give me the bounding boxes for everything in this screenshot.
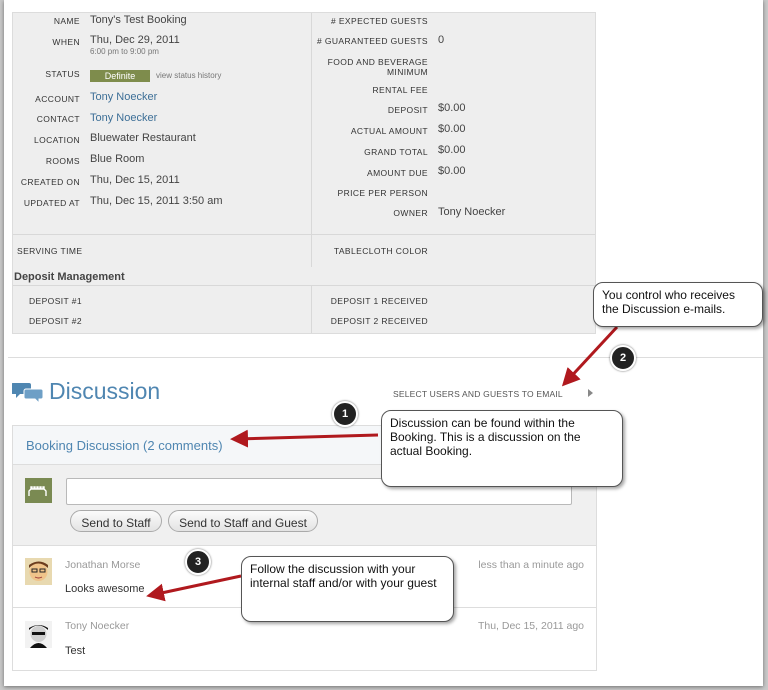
avatar-jonathan bbox=[25, 558, 52, 585]
owner-label: OWNER bbox=[393, 208, 428, 218]
page-divider bbox=[8, 357, 763, 358]
deposit-label: DEPOSIT bbox=[387, 105, 428, 115]
created-on-label: CREATED ON bbox=[20, 177, 80, 187]
discussion-icon bbox=[12, 383, 44, 403]
owner-value: Tony Noecker bbox=[438, 206, 506, 218]
callout-number-2: 2 bbox=[610, 345, 636, 371]
deposit1-label: DEPOSIT #1 bbox=[29, 296, 82, 306]
location-value: Bluewater Restaurant bbox=[90, 132, 196, 144]
updated-at-value: Thu, Dec 15, 2011 3:50 am bbox=[90, 195, 223, 207]
updated-at-label: UPDATED AT bbox=[23, 198, 80, 208]
fb-minimum-label: FOOD AND BEVERAGE MINIMUM bbox=[327, 57, 428, 77]
actual-amount-label: ACTUAL AMOUNT bbox=[350, 126, 428, 136]
grand-total-value: $0.00 bbox=[438, 144, 466, 156]
comment-author: Jonathan Morse bbox=[65, 559, 141, 571]
callout-discussion-location: Discussion can be found within the Booki… bbox=[381, 410, 623, 487]
amount-due-value: $0.00 bbox=[438, 165, 466, 177]
send-to-staff-and-guest-button[interactable]: Send to Staff and Guest bbox=[168, 510, 318, 532]
when-label: WHEN bbox=[52, 37, 80, 47]
comment-time: Thu, Dec 15, 2011 ago bbox=[477, 620, 584, 632]
rooms-value: Blue Room bbox=[90, 153, 145, 165]
booking-discussion-link[interactable]: Booking Discussion (2 comments) bbox=[26, 438, 223, 453]
price-per-person-label: PRICE PER PERSON bbox=[337, 188, 428, 198]
column-divider bbox=[311, 13, 312, 267]
comment-time: less than a minute ago bbox=[478, 559, 584, 571]
callout-number-1: 1 bbox=[332, 401, 358, 427]
deposit-column-divider bbox=[311, 285, 312, 333]
grand-total-label: GRAND TOTAL bbox=[364, 147, 428, 157]
when-value: Thu, Dec 29, 2011 bbox=[90, 34, 180, 46]
booking-details-panel: NAME Tony's Test Booking WHEN Thu, Dec 2… bbox=[12, 12, 596, 334]
contact-label: CONTACT bbox=[36, 114, 80, 124]
rooms-label: ROOMS bbox=[45, 156, 80, 166]
comment-author: Tony Noecker bbox=[65, 620, 130, 632]
serving-time-label: SERVING TIME bbox=[17, 246, 83, 256]
deposit-management-title: Deposit Management bbox=[14, 271, 125, 283]
comment-text: Looks awesome bbox=[65, 583, 145, 595]
contact-link[interactable]: Tony Noecker bbox=[90, 112, 157, 125]
rental-fee-label: RENTAL FEE bbox=[372, 85, 428, 95]
status-badge: Definite bbox=[90, 70, 150, 82]
deposit-value: $0.00 bbox=[438, 102, 466, 114]
deposit2-received-label: DEPOSIT 2 RECEIVED bbox=[330, 316, 428, 326]
expected-guests-label: # EXPECTED GUESTS bbox=[330, 16, 428, 26]
when-time: 6:00 pm to 9:00 pm bbox=[90, 47, 159, 56]
name-value: Tony's Test Booking bbox=[90, 14, 187, 26]
tablecloth-label: TABLECLOTH COLOR bbox=[333, 246, 428, 256]
callout-number-3: 3 bbox=[185, 549, 211, 575]
section-divider bbox=[13, 234, 595, 235]
created-on-value: Thu, Dec 15, 2011 bbox=[90, 174, 180, 186]
guaranteed-guests-label: # GUARANTEED GUESTS bbox=[316, 36, 428, 46]
avatar-tony bbox=[25, 621, 52, 648]
deposit1-received-label: DEPOSIT 1 RECEIVED bbox=[330, 296, 428, 306]
actual-amount-value: $0.00 bbox=[438, 123, 466, 135]
deposit-divider bbox=[13, 285, 595, 286]
callout-follow-discussion: Follow the discussion with your internal… bbox=[241, 556, 454, 622]
deposit2-label: DEPOSIT #2 bbox=[29, 316, 82, 326]
guaranteed-guests-value: 0 bbox=[438, 34, 445, 46]
name-label: NAME bbox=[53, 16, 80, 26]
caret-right-icon[interactable] bbox=[588, 389, 593, 397]
location-label: LOCATION bbox=[33, 135, 80, 145]
view-status-history-link[interactable]: view status history bbox=[156, 71, 221, 80]
account-link[interactable]: Tony Noecker bbox=[90, 91, 157, 104]
comment-text: Test bbox=[65, 645, 86, 657]
status-label: STATUS bbox=[45, 69, 80, 79]
select-email-recipients-link[interactable]: SELECT USERS AND GUESTS TO EMAIL bbox=[393, 389, 563, 399]
user-avatar-icon bbox=[25, 478, 52, 503]
callout-email-control: You control who receives the Discussion … bbox=[593, 282, 763, 327]
amount-due-label: AMOUNT DUE bbox=[367, 168, 428, 178]
account-label: ACCOUNT bbox=[35, 94, 80, 104]
discussion-title: Discussion bbox=[49, 378, 161, 404]
send-to-staff-button[interactable]: Send to Staff bbox=[70, 510, 162, 532]
